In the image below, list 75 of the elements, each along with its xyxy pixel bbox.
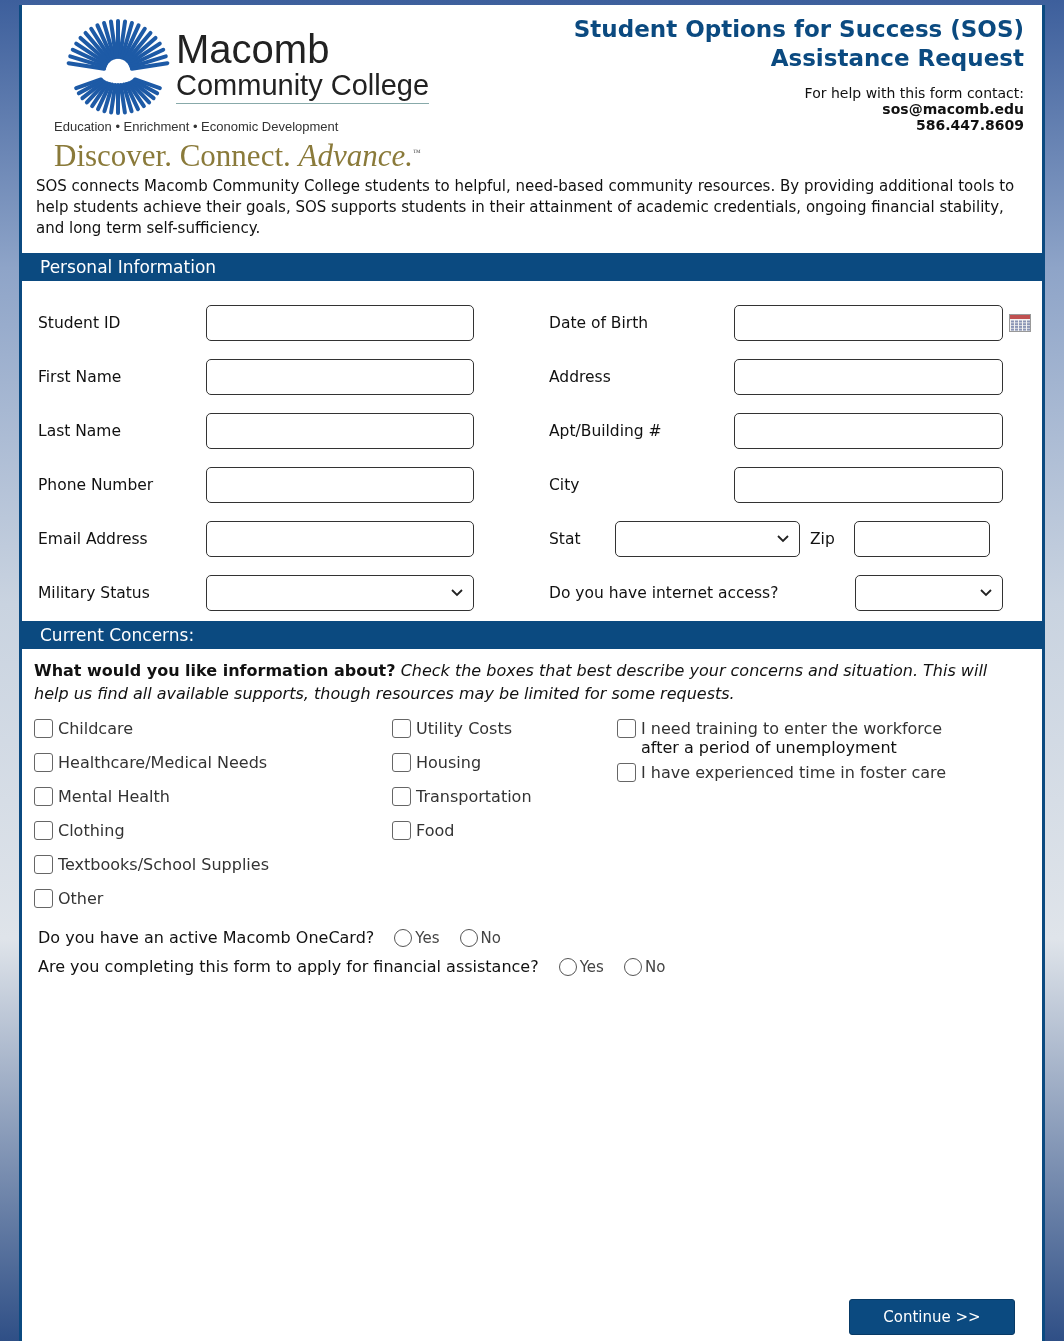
form-title: Assistance Request [770, 44, 1024, 73]
checkbox[interactable] [617, 763, 636, 782]
field-label: Stat [549, 530, 582, 548]
field-label: First Name [38, 368, 123, 386]
text-field[interactable] [734, 467, 1003, 503]
dropdown-field[interactable] [615, 521, 800, 557]
dropdown-field[interactable] [855, 575, 1003, 611]
checkbox-label: Housing [416, 753, 482, 772]
text-field[interactable] [734, 359, 1003, 395]
checkbox-label: Food [416, 821, 455, 840]
text-field[interactable] [854, 521, 990, 557]
checkbox[interactable] [392, 787, 411, 806]
question-text: Do you have an active Macomb OneCard? [38, 928, 375, 947]
text-field[interactable] [734, 413, 1003, 449]
text-field[interactable] [206, 467, 474, 503]
college-slogan: Discover. Connect. Advance.$^{™}$ [53, 138, 422, 174]
field-label: Phone Number [38, 476, 155, 494]
checkbox-label: Clothing [58, 821, 125, 840]
checkbox[interactable] [392, 753, 411, 772]
checkbox[interactable] [392, 821, 411, 840]
checkbox[interactable] [34, 855, 53, 874]
field-label: Do you have internet access? [549, 584, 780, 602]
checkbox-label: Textbooks/School Supplies [58, 855, 269, 874]
checkbox-label: after a period of unemployment [641, 738, 898, 757]
field-label: Address [549, 368, 612, 386]
date-field[interactable] [734, 305, 1003, 341]
continue-button[interactable]: Continue >> [849, 1299, 1015, 1335]
college-tagline: Education • Enrichment • Economic Development [53, 119, 340, 134]
checkbox-label: I have experienced time in foster care [641, 763, 947, 782]
checkbox-label: Childcare [58, 719, 134, 738]
radio-label: No [480, 928, 501, 947]
intro-paragraph: SOS connects Macomb Community College students to helpful, need-based community resources. By providing additional tools to help students achieve their goals, SOS supports students in their attainment of academic credentials, ongoing financial stability, and long term self-sufficiency. [36, 176, 1016, 239]
text-field[interactable] [206, 359, 474, 395]
field-label: Date of Birth [549, 314, 650, 332]
checkbox-label: Healthcare/Medical Needs [58, 753, 268, 772]
field-label: Last Name [38, 422, 122, 440]
college-subname: Community College [176, 68, 430, 101]
checkbox[interactable] [34, 787, 53, 806]
checkbox[interactable] [34, 719, 53, 738]
field-label: Military Status [38, 584, 151, 602]
checkbox[interactable] [34, 753, 53, 772]
checkbox[interactable] [617, 719, 636, 738]
text-field[interactable] [206, 413, 474, 449]
instructions-text: What would you like information about? Check the boxes that best describe your concerns and situation. This will help us find all available supports, though resources may be limited for some requests. [34, 660, 989, 705]
checkbox[interactable] [34, 821, 53, 840]
radio-label: Yes [579, 957, 604, 976]
contact-label: For help with this form contact: [804, 85, 1024, 101]
field-label: City [549, 476, 581, 494]
checkbox-label: I need training to enter the workforce [641, 719, 943, 738]
checkbox[interactable] [392, 719, 411, 738]
section-header: Personal Information [22, 253, 1042, 281]
checkbox-label: Utility Costs [416, 719, 513, 738]
field-label: Student ID [38, 314, 122, 332]
text-field[interactable] [206, 521, 474, 557]
checkbox-label: Transportation [416, 787, 532, 806]
field-label: Apt/Building # [549, 422, 663, 440]
calendar-icon[interactable] [1009, 314, 1031, 332]
checkbox-label: Other [58, 889, 104, 908]
form-title: Student Options for Success (SOS) [573, 15, 1024, 44]
checkbox[interactable] [34, 889, 53, 908]
radio-label: Yes [415, 928, 440, 947]
text-field[interactable] [206, 305, 474, 341]
chevron-down-icon [451, 589, 463, 597]
field-label: Zip [810, 530, 836, 548]
checkbox-label: Mental Health [58, 787, 170, 806]
college-name: Macomb [176, 28, 331, 69]
section-header: Current Concerns: [22, 621, 1042, 649]
radio-label: No [644, 957, 666, 976]
contact-phone: 586.447.8609 [915, 117, 1024, 133]
chevron-down-icon [980, 589, 992, 597]
chevron-down-icon [777, 535, 789, 543]
contact-email: sos@macomb.edu [882, 101, 1024, 117]
question-text: Are you completing this form to apply for financial assistance? [38, 957, 539, 976]
field-label: Email Address [38, 530, 149, 548]
dropdown-field[interactable] [206, 575, 474, 611]
